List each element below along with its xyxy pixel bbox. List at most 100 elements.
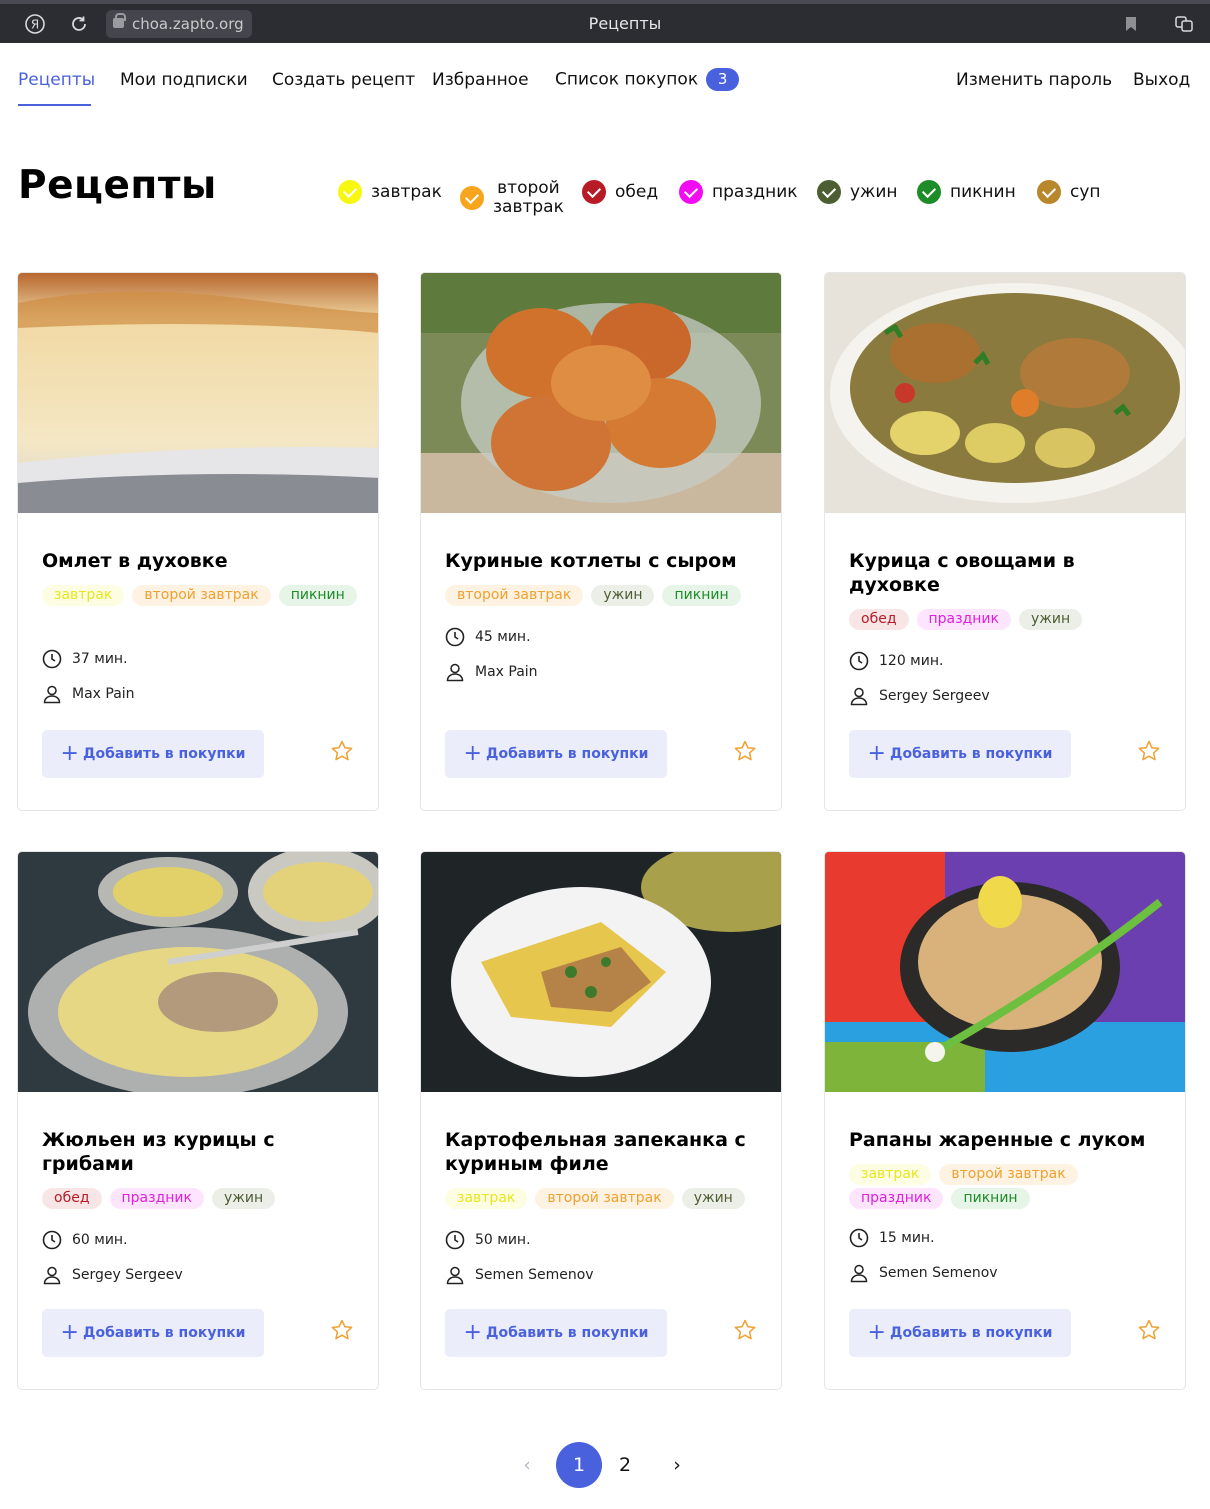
tag: обед <box>42 1188 102 1209</box>
recipe-title[interactable]: Рапаны жаренные с луком <box>849 1128 1169 1152</box>
user-icon <box>850 1264 868 1283</box>
recipe-tags: обед праздник ужин <box>849 609 1169 630</box>
recipe-card[interactable]: Куриные котлеты с сыром второй завтрак у… <box>420 272 782 811</box>
tag: второй завтрак <box>132 585 271 606</box>
favorite-star-icon[interactable] <box>1137 739 1161 763</box>
recipe-title[interactable]: Куриные котлеты с сыром <box>445 549 765 573</box>
recipe-image-chicken-vegetables[interactable] <box>825 273 1186 513</box>
clock-icon <box>445 1230 465 1250</box>
recipe-time-value: 37 мин. <box>72 651 128 667</box>
recipe-image-casserole[interactable] <box>421 852 782 1092</box>
tag: праздник <box>849 1188 944 1209</box>
recipe-author: Semen Semenov <box>445 1265 594 1285</box>
recipe-time: 60 мин. <box>42 1230 128 1250</box>
tag: второй завтрак <box>535 1188 674 1209</box>
favorite-star-icon[interactable] <box>330 1318 354 1342</box>
nav-favorites[interactable]: Избранное <box>432 70 529 90</box>
recipe-author-name[interactable]: Semen Semenov <box>475 1267 594 1283</box>
plus-icon: + <box>867 1320 886 1345</box>
recipe-title[interactable]: Картофельная запеканка с куриным филе <box>445 1128 765 1176</box>
recipe-image-cutlets[interactable] <box>421 273 782 513</box>
tag: обед <box>849 609 909 630</box>
check-icon <box>1037 180 1061 204</box>
pagination-page-2[interactable]: 2 <box>602 1442 648 1488</box>
recipe-tags: второй завтрак ужин пикнин <box>445 585 765 606</box>
nav-subscriptions[interactable]: Мои подписки <box>120 70 248 90</box>
filter-breakfast[interactable]: завтрак <box>338 180 442 204</box>
nav-change-password[interactable]: Изменить пароль <box>956 70 1112 90</box>
recipe-image-omelette[interactable] <box>18 273 379 513</box>
plus-icon: + <box>463 741 482 766</box>
user-icon <box>446 1266 464 1285</box>
nav-logout[interactable]: Выход <box>1133 70 1190 90</box>
recipe-author: Sergey Sergeev <box>42 1265 183 1285</box>
filter-label: пикнин <box>950 182 1016 202</box>
add-to-shopping-list-button[interactable]: + Добавить в покупки <box>42 730 264 778</box>
add-to-shopping-list-button[interactable]: + Добавить в покупки <box>445 1309 667 1357</box>
add-to-shopping-list-button[interactable]: + Добавить в покупки <box>445 730 667 778</box>
recipe-tags: завтрак второй завтрак пикнин <box>42 585 362 606</box>
tag: ужин <box>211 1188 276 1209</box>
recipe-card[interactable]: Омлет в духовке завтрак второй завтрак п… <box>17 272 379 811</box>
nav-shopping-list[interactable]: Список покупок 3 <box>555 68 740 91</box>
add-button-label: Добавить в покупки <box>889 746 1053 762</box>
filter-second-breakfast[interactable]: второй завтрак <box>460 179 564 217</box>
pagination-prev[interactable]: ‹ <box>504 1442 550 1488</box>
filter-label: суп <box>1070 182 1101 202</box>
clock-icon <box>445 627 465 647</box>
recipe-title[interactable]: Жюльен из курицы с грибами <box>42 1128 362 1176</box>
pagination-page-1[interactable]: 1 <box>556 1442 602 1488</box>
tag: пикнин <box>662 585 741 606</box>
favorite-star-icon[interactable] <box>330 739 354 763</box>
favorite-star-icon[interactable] <box>733 1318 757 1342</box>
add-button-label: Добавить в покупки <box>889 1325 1053 1341</box>
cart-count-badge: 3 <box>706 68 740 91</box>
recipe-card[interactable]: Рапаны жаренные с луком завтрак второй з… <box>824 851 1186 1390</box>
filter-picnic[interactable]: пикнин <box>917 180 1016 204</box>
add-button-label: Добавить в покупки <box>485 746 649 762</box>
recipe-card[interactable]: Жюльен из курицы с грибами обед праздник… <box>17 851 379 1390</box>
recipe-image-rapana[interactable] <box>825 852 1186 1092</box>
user-icon <box>43 1266 61 1285</box>
recipe-author-name[interactable]: Max Pain <box>72 686 135 702</box>
check-icon <box>917 180 941 204</box>
recipe-author-name[interactable]: Semen Semenov <box>879 1265 998 1281</box>
tag: второй завтрак <box>939 1164 1078 1185</box>
pagination: ‹ 1 2 › <box>0 1442 1210 1488</box>
recipe-author-name[interactable]: Sergey Sergeev <box>879 688 990 704</box>
recipe-image-julienne[interactable] <box>18 852 379 1092</box>
recipe-card[interactable]: Курица с овощами в духовке обед праздник… <box>824 272 1186 811</box>
nav-recipes[interactable]: Рецепты <box>18 70 95 90</box>
user-icon <box>446 663 464 682</box>
clock-icon <box>42 1230 62 1250</box>
filter-holiday[interactable]: праздник <box>679 180 798 204</box>
add-to-shopping-list-button[interactable]: + Добавить в покупки <box>849 730 1071 778</box>
recipe-author-name[interactable]: Sergey Sergeev <box>72 1267 183 1283</box>
recipe-title[interactable]: Курица с овощами в духовке <box>849 549 1169 597</box>
recipe-time: 37 мин. <box>42 649 128 669</box>
add-to-shopping-list-button[interactable]: + Добавить в покупки <box>849 1309 1071 1357</box>
add-to-shopping-list-button[interactable]: + Добавить в покупки <box>42 1309 264 1357</box>
nav-create-recipe[interactable]: Создать рецепт <box>272 70 415 90</box>
recipe-author-name[interactable]: Max Pain <box>475 664 538 680</box>
filter-dinner[interactable]: ужин <box>817 180 898 204</box>
filter-label-line1: второй <box>497 178 560 198</box>
pagination-next[interactable]: › <box>654 1442 700 1488</box>
recipe-title[interactable]: Омлет в духовке <box>42 549 362 573</box>
bookmark-icon[interactable] <box>1118 11 1144 37</box>
tab-title: Рецепты <box>588 14 662 33</box>
tag: завтрак <box>849 1164 932 1185</box>
favorite-star-icon[interactable] <box>1137 1318 1161 1342</box>
user-icon <box>43 685 61 704</box>
clock-icon <box>849 651 869 671</box>
filter-lunch[interactable]: обед <box>582 180 658 204</box>
translate-icon[interactable] <box>1171 11 1197 37</box>
filter-soup[interactable]: суп <box>1037 180 1101 204</box>
check-icon <box>338 180 362 204</box>
recipe-card[interactable]: Картофельная запеканка с куриным филе за… <box>420 851 782 1390</box>
check-icon <box>817 180 841 204</box>
filter-label: праздник <box>712 182 798 202</box>
check-icon <box>582 180 606 204</box>
tag: завтрак <box>445 1188 528 1209</box>
favorite-star-icon[interactable] <box>733 739 757 763</box>
